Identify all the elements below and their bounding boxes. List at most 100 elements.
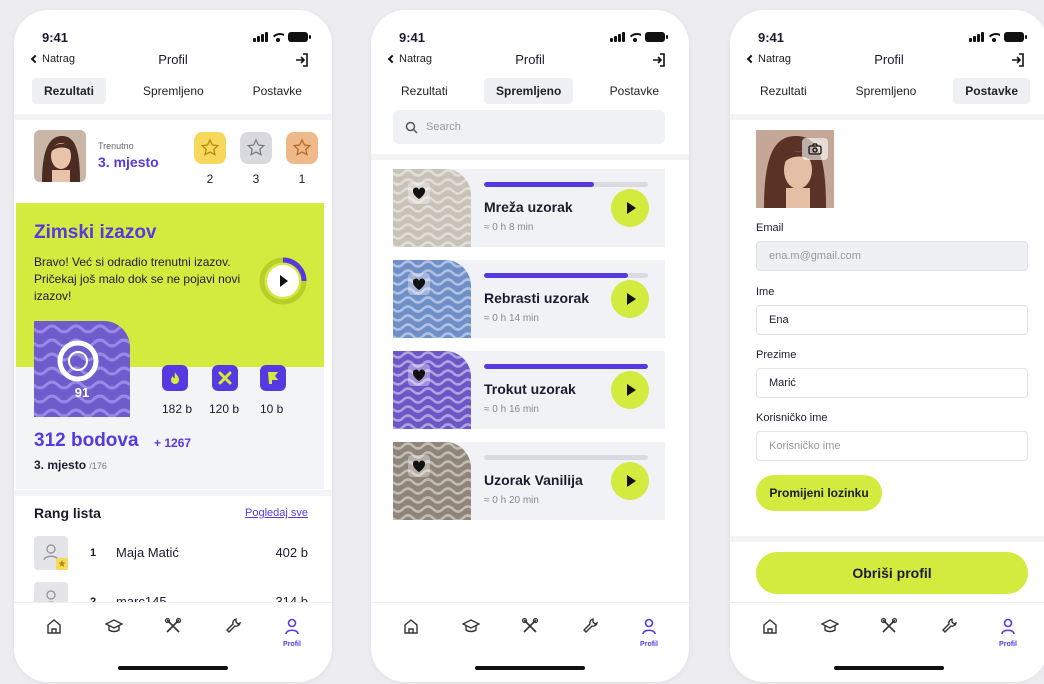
email-field[interactable]: ena.m@gmail.com (756, 241, 1028, 271)
play-icon (627, 475, 636, 487)
phone-saved-screen: 9:41 Natrag Profil Rezultati Spremljeno … (371, 10, 689, 682)
tab-bar: Rezultati Spremljeno Postavke (32, 78, 314, 104)
status-time: 9:41 (399, 30, 426, 45)
nav-profile[interactable]: Profil (278, 617, 306, 648)
nav-learn[interactable] (457, 617, 485, 640)
avatar[interactable] (34, 130, 86, 182)
progress-bar (484, 273, 648, 278)
tab-saved[interactable]: Spremljeno (844, 78, 929, 104)
heart-icon (412, 369, 426, 381)
favorite-button[interactable] (408, 455, 430, 477)
favorite-button[interactable] (408, 273, 430, 295)
tab-results[interactable]: Rezultati (389, 78, 460, 104)
challenge-knit-image (34, 321, 130, 417)
bronze-count: 1 (298, 172, 306, 186)
play-icon (627, 293, 636, 305)
search-input[interactable]: Search (393, 110, 665, 144)
current-place: 3. mjesto (98, 154, 159, 170)
home-indicator (834, 666, 944, 670)
logout-icon[interactable] (1010, 52, 1026, 68)
username-label: Korisničko ime (756, 412, 828, 424)
divider (14, 490, 332, 496)
nav-settings[interactable] (935, 617, 963, 640)
signal-icon (253, 32, 268, 42)
divider (730, 114, 1044, 120)
saved-pattern-card[interactable]: Rebrasti uzorak ≈ 0 h 14 min (393, 260, 665, 338)
status-bar: 9:41 (393, 30, 668, 46)
tab-settings[interactable]: Postavke (241, 78, 314, 104)
username-field[interactable]: Korisničko ime (756, 431, 1028, 461)
progress-fill (484, 364, 648, 369)
camera-icon (808, 143, 822, 155)
bottom-nav: Profil (371, 602, 689, 682)
nav-tools[interactable] (159, 617, 187, 640)
nav-home[interactable] (40, 617, 68, 640)
battery-icon (645, 32, 668, 42)
name-field[interactable]: Ena (756, 305, 1028, 335)
play-button[interactable] (611, 462, 649, 500)
challenge-title: Zimski izazov (34, 222, 157, 243)
play-button[interactable] (611, 371, 649, 409)
nav-settings[interactable] (219, 617, 247, 640)
row-name: Maja Matić (116, 545, 179, 560)
view-all-link[interactable]: Pogledaj sve (245, 507, 308, 519)
saved-pattern-card[interactable]: Uzorak Vanilija ≈ 0 h 20 min (393, 442, 665, 520)
nav-home[interactable] (397, 617, 425, 640)
nav-tools[interactable] (516, 617, 544, 640)
star-icon (292, 138, 312, 156)
tab-settings[interactable]: Postavke (598, 78, 671, 104)
play-button[interactable] (611, 189, 649, 227)
tab-results[interactable]: Rezultati (32, 78, 107, 104)
nav-profile[interactable]: Profil (994, 617, 1022, 648)
phone-results-screen: 9:41 Natrag Profil Rezultati Spremljeno … (14, 10, 332, 682)
tab-results[interactable]: Rezultati (748, 78, 819, 104)
row-rank: 1 (90, 547, 97, 559)
logout-icon[interactable] (651, 52, 667, 68)
change-photo-button[interactable] (802, 138, 828, 160)
top-nav: Natrag Profil (746, 50, 1030, 74)
nav-home[interactable] (756, 617, 784, 640)
wifi-icon (272, 32, 284, 42)
challenge-play-button[interactable] (258, 256, 308, 306)
phone-settings-screen: 9:41 Natrag Profil Rezultati Spremljeno … (730, 10, 1044, 682)
surname-field[interactable]: Marić (756, 368, 1028, 398)
saved-pattern-card[interactable]: Trokut uzorak ≈ 0 h 16 min (393, 351, 665, 429)
status-time: 9:41 (758, 30, 785, 45)
progress-bar (484, 455, 648, 460)
current-label: Trenutno (98, 141, 134, 151)
home-icon (404, 619, 418, 634)
nav-tools[interactable] (875, 617, 903, 640)
nav-learn[interactable] (816, 617, 844, 640)
challenge-score: 91 (74, 385, 90, 400)
page-title: Profil (158, 52, 188, 67)
tab-saved[interactable]: Spremljeno (483, 78, 574, 104)
favorite-button[interactable] (408, 364, 430, 386)
top-nav: Natrag Profil (30, 50, 314, 74)
tab-saved[interactable]: Spremljeno (131, 78, 216, 104)
divider (14, 114, 332, 120)
home-indicator (118, 666, 228, 670)
nav-settings[interactable] (576, 617, 604, 640)
logout-icon[interactable] (294, 52, 310, 68)
delete-profile-button[interactable]: Obriši profil (756, 552, 1028, 594)
home-icon (763, 619, 777, 634)
leaderboard-row[interactable]: 1 Maja Matić 402 b (34, 536, 308, 572)
play-button[interactable] (611, 280, 649, 318)
change-password-button[interactable]: Promijeni lozinku (756, 475, 882, 511)
saved-pattern-card[interactable]: Mreža uzorak ≈ 0 h 8 min (393, 169, 665, 247)
home-indicator (475, 666, 585, 670)
nav-learn[interactable] (100, 617, 128, 640)
silver-count: 3 (252, 172, 260, 186)
leaderboard-header: Rang lista Pogledaj sve (34, 505, 308, 523)
pattern-duration: ≈ 0 h 20 min (484, 495, 539, 506)
surname-label: Prezime (756, 349, 797, 361)
favorite-button[interactable] (408, 182, 430, 204)
tab-settings[interactable]: Postavke (953, 78, 1030, 104)
name-label: Ime (756, 286, 775, 298)
heart-icon (412, 278, 426, 290)
nav-profile-label: Profil (999, 641, 1017, 648)
wifi-icon (988, 32, 1000, 42)
total-points: 312 bodova (34, 430, 139, 451)
nav-profile[interactable]: Profil (635, 617, 663, 648)
progress-fill (484, 182, 594, 187)
